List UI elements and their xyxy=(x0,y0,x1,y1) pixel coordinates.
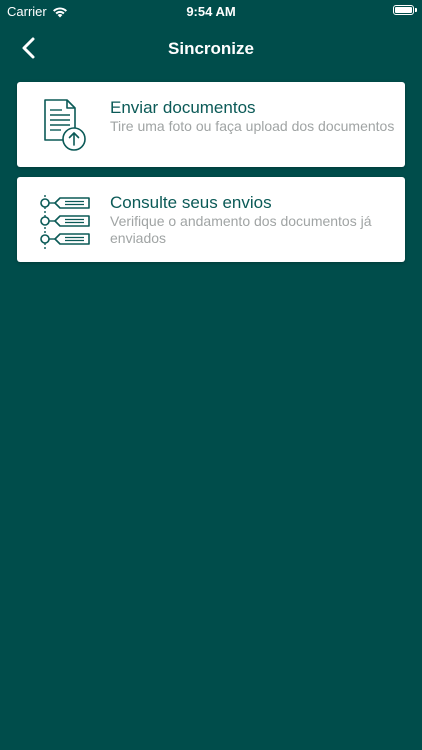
send-documents-card[interactable]: Enviar documentos Tire uma foto ou faça … xyxy=(17,82,405,167)
navigation-bar: Sincronize xyxy=(0,22,422,76)
battery-tip xyxy=(415,8,417,12)
battery-level xyxy=(395,7,412,13)
timeline-list-icon xyxy=(40,195,90,249)
card-title: Consulte seus envios xyxy=(110,193,272,212)
page-title: Sincronize xyxy=(168,39,254,58)
card-subtitle: Verifique o andamento dos documentos já … xyxy=(110,213,372,246)
status-time: 9:54 AM xyxy=(186,4,236,19)
card-title: Enviar documentos xyxy=(110,98,256,117)
card-subtitle: Tire uma foto ou faça upload dos documen… xyxy=(110,118,395,134)
battery-icon xyxy=(393,5,414,15)
check-submissions-card[interactable]: Consulte seus envios Verifique o andamen… xyxy=(17,177,405,262)
document-upload-icon xyxy=(44,99,86,151)
status-bar: Carrier 9:54 AM xyxy=(0,0,422,22)
